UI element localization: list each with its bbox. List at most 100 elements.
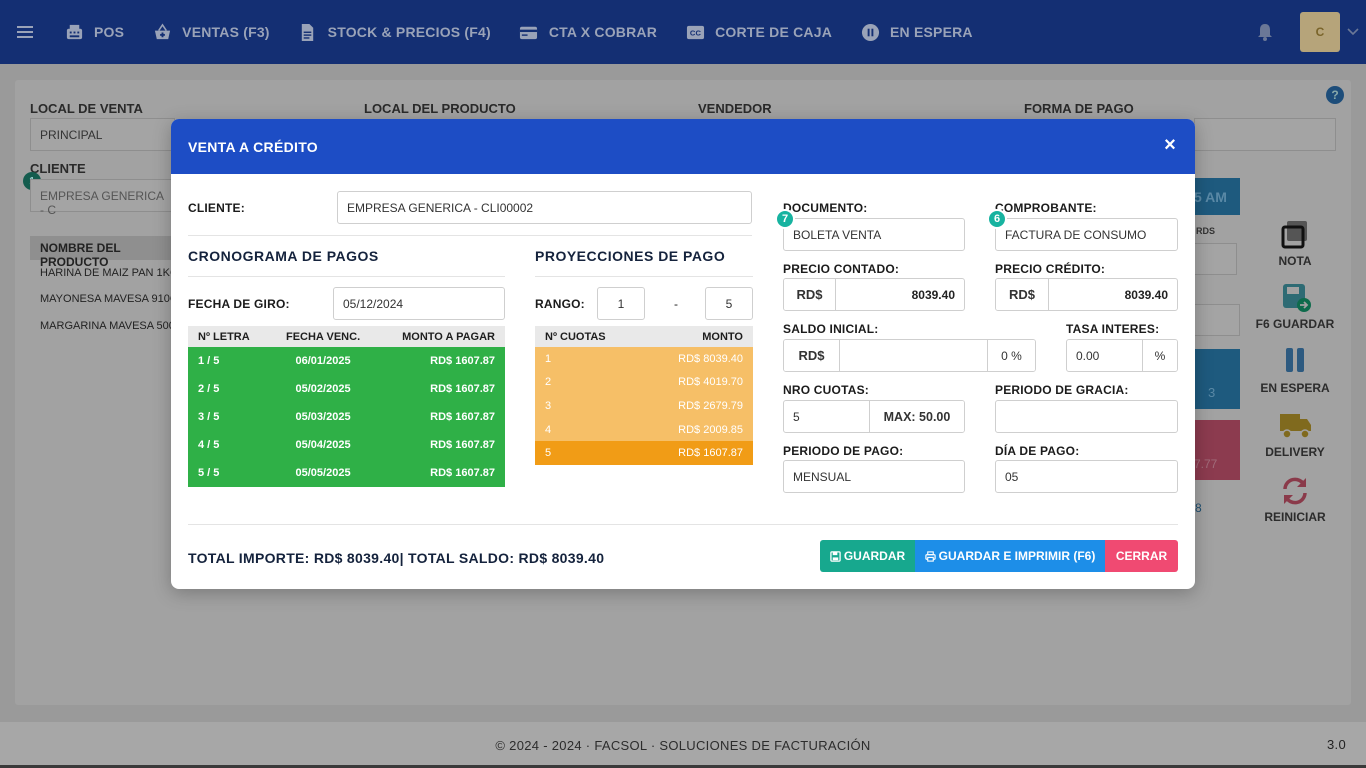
monto-cell: RD$ 4019.70 (641, 370, 753, 395)
pause-icon (1278, 345, 1312, 379)
rds-label: RDS (1196, 226, 1216, 236)
dia-pago-input[interactable]: 05 (995, 460, 1178, 493)
comprobante-step-badge: 6 (987, 209, 1007, 229)
periodo-pago-select[interactable]: MENSUAL (783, 460, 965, 493)
reiniciar-label: REINICIAR (1264, 510, 1326, 524)
nota-button[interactable]: NOTA (1253, 218, 1337, 268)
precio-contado-input[interactable]: 8039.40 (836, 279, 964, 310)
secondary-input[interactable] (1194, 304, 1240, 336)
svg-text:CC: CC (689, 28, 701, 37)
basket-icon (152, 22, 172, 42)
delivery-button[interactable]: DELIVERY (1253, 409, 1337, 459)
nav-en-espera-label: EN ESPERA (890, 24, 973, 40)
saldo-inicial-input[interactable] (840, 340, 987, 371)
footer: © 2024 - 2024 · FACSOL · SOLUCIONES DE F… (0, 722, 1366, 768)
fecha-giro-input[interactable]: 05/12/2024 (333, 287, 505, 320)
table-row-selected[interactable]: 5 RD$ 1607.87 (535, 441, 753, 465)
print-icon (924, 550, 936, 562)
payment-projection-table: Nº CUOTAS MONTO 1 RD$ 8039.40 2 RD$ 4019.7… (535, 326, 753, 465)
cliente-search-input[interactable]: EMPRESA GENERICA - C (30, 179, 175, 217)
precio-credito-input[interactable]: 8039.40 (1049, 279, 1177, 310)
nav-pos-label: POS (94, 24, 125, 40)
menu-icon[interactable] (0, 0, 50, 64)
reiniciar-button[interactable]: REINICIAR (1253, 474, 1337, 524)
cliente-input[interactable]: EMPRESA GENERICA - CLI00002 (337, 191, 752, 224)
documento-select[interactable]: BOLETA VENTA (783, 218, 965, 251)
nav-stock[interactable]: STOCK & PRECIOS (F4) (284, 0, 505, 64)
precio-credito-group: RD$ 8039.40 (995, 278, 1178, 311)
nav-pos[interactable]: POS (50, 0, 138, 64)
schedule-header-letra: Nº LETRA (188, 326, 270, 347)
nav-ventas-label: VENTAS (F3) (182, 24, 270, 40)
close-icon[interactable]: × (1160, 135, 1180, 155)
f6-guardar-label: F6 GUARDAR (1255, 317, 1335, 331)
small-count: 8 (1195, 501, 1202, 515)
tasa-interes-label: TASA INTERES: (1066, 322, 1160, 336)
monto-cell: RD$ 1607.87 (376, 375, 505, 403)
nro-cuotas-input[interactable]: 5 (784, 401, 869, 432)
product-row[interactable]: MAYONESA MAVESA 910G (40, 293, 178, 305)
tasa-interes-input[interactable]: 0.00 (1067, 340, 1142, 371)
fecha-cell: 05/02/2025 (269, 375, 377, 403)
en-espera-button[interactable]: EN ESPERA (1253, 345, 1337, 395)
documento-step-badge: 7 (775, 209, 795, 229)
totals-summary: TOTAL IMPORTE: RD$ 8039.40| TOTAL SALDO:… (188, 550, 605, 566)
note-icon (1278, 218, 1312, 252)
table-row[interactable]: 1 RD$ 8039.40 (535, 347, 753, 371)
cerrar-button[interactable]: CERRAR (1105, 540, 1178, 572)
nav-cta-cobrar[interactable]: CTA X COBRAR (505, 0, 671, 64)
help-icon[interactable]: ? (1326, 86, 1344, 104)
rango-from-input[interactable]: 1 (597, 287, 645, 320)
letra-cell: 2 / 5 (188, 375, 270, 403)
app-version: 3.0 (1327, 737, 1346, 752)
truck-icon (1278, 409, 1312, 443)
forma-pago-select[interactable] (1194, 118, 1336, 151)
avatar[interactable]: C (1300, 12, 1340, 52)
guardar-button[interactable]: GUARDAR (820, 540, 915, 572)
fecha-cell: 05/03/2025 (269, 403, 377, 431)
guardar-imprimir-button[interactable]: GUARDAR E IMPRIMIR (F6) (915, 540, 1105, 572)
table-row[interactable]: 4 RD$ 2009.85 (535, 417, 753, 442)
product-row[interactable]: HARINA DE MAIZ PAN 1KG (40, 267, 179, 279)
table-row[interactable]: 2 RD$ 4019.70 (535, 370, 753, 395)
saldo-inicial-label: SALDO INICIAL: (783, 322, 879, 336)
table-row: 5 / 5 05/05/2025 RD$ 1607.87 (188, 459, 505, 487)
periodo-gracia-input[interactable] (995, 400, 1178, 433)
en-espera-label: EN ESPERA (1260, 381, 1330, 395)
currency-addon: RD$ (784, 340, 840, 371)
currency-addon: RD$ (996, 279, 1049, 310)
currency-addon: RD$ (784, 279, 836, 310)
letra-cell: 4 / 5 (188, 431, 270, 459)
vendedor-label: VENDEDOR (698, 101, 772, 116)
local-venta-label: LOCAL DE VENTA (30, 101, 143, 116)
table-row[interactable]: 3 RD$ 2679.79 (535, 394, 753, 418)
payment-schedule-table: Nº LETRA FECHA VENC. MONTO A PAGAR 1 / 5… (188, 326, 505, 487)
saldo-percent-addon: 0 % (987, 340, 1035, 371)
f6-guardar-button[interactable]: F6 GUARDAR (1253, 281, 1337, 331)
total-amount-tile: 7.77 (1194, 420, 1240, 480)
guardar-label: GUARDAR (843, 549, 906, 563)
modal-title: VENTA A CRÉDITO (188, 138, 318, 155)
rds-input[interactable] (1194, 243, 1237, 275)
monto-cell: RD$ 1607.87 (376, 403, 505, 431)
product-name-header: NOMBRE DEL PRODUCTO (30, 236, 180, 269)
monto-cell: RD$ 8039.40 (641, 347, 753, 371)
nav-corte-caja[interactable]: CC CORTE DE CAJA (671, 0, 846, 64)
monto-cell: RD$ 1607.87 (376, 459, 505, 487)
forma-pago-label: FORMA DE PAGO (1024, 101, 1134, 116)
cuotas-cell: 4 (535, 417, 642, 442)
rango-to-input[interactable]: 5 (705, 287, 753, 320)
bell-icon[interactable] (1255, 22, 1275, 42)
nav-stock-label: STOCK & PRECIOS (F4) (327, 24, 491, 40)
nav-en-espera[interactable]: EN ESPERA (846, 0, 987, 64)
tasa-percent-addon: % (1142, 340, 1177, 371)
periodo-gracia-label: PERIODO DE GRACIA: (995, 383, 1129, 397)
top-navbar: POS VENTAS (F3) STOCK & PRECIOS (F4) CTA… (0, 0, 1366, 64)
nav-ventas[interactable]: VENTAS (F3) (138, 0, 284, 64)
dia-pago-label: DÍA DE PAGO: (995, 444, 1080, 458)
rango-separator: - (674, 297, 679, 311)
product-row[interactable]: MARGARINA MAVESA 500G (40, 320, 183, 332)
local-venta-select[interactable]: PRINCIPAL (30, 118, 175, 151)
comprobante-select[interactable]: FACTURA DE CONSUMO (995, 218, 1178, 251)
chevron-down-icon[interactable] (1340, 0, 1366, 64)
